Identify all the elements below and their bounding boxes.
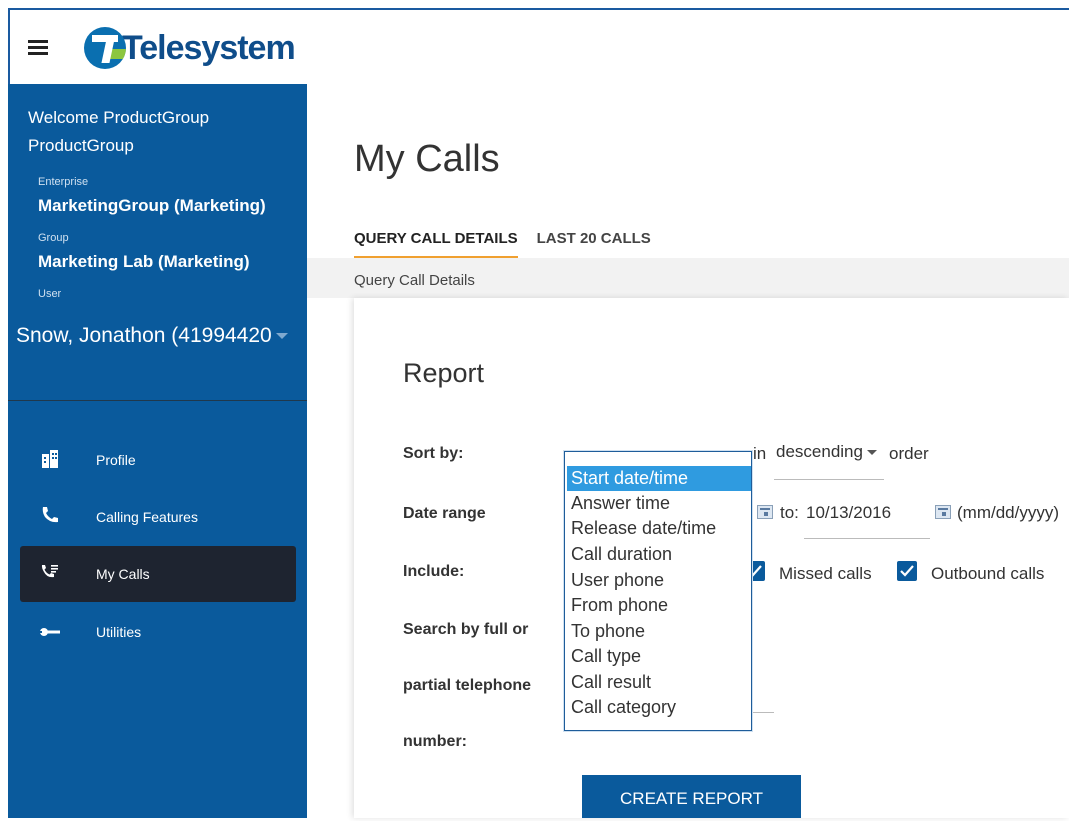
sort-order-select[interactable]: descending [776, 442, 877, 462]
calendar-icon[interactable] [935, 505, 951, 519]
sidebar-item-calling-features[interactable]: Calling Features [20, 489, 296, 545]
user-select[interactable]: Snow, Jonathon (41994420 [16, 324, 288, 348]
sidebar: Welcome ProductGroup ProductGroup Enterp… [8, 84, 307, 818]
section-subtitle: Query Call Details [354, 272, 475, 289]
brand-logo[interactable]: Telesystem [84, 26, 296, 70]
sidebar-item-label: Utilities [96, 624, 142, 640]
sort-option[interactable]: Start date/time [567, 466, 751, 491]
outbound-calls-checkbox[interactable] [897, 561, 917, 581]
chevron-down-icon [866, 450, 877, 456]
group-value: Marketing Lab (Marketing) [38, 252, 250, 271]
search-label-line3: number: [403, 733, 467, 750]
enterprise-label: Enterprise [38, 176, 89, 188]
date-range-label: Date range [403, 505, 486, 522]
sort-option[interactable]: Call result [567, 670, 751, 695]
missed-calls-label: Missed calls [779, 564, 872, 583]
create-report-button[interactable]: CREATE REPORT [582, 775, 801, 818]
search-field-underline [752, 712, 774, 713]
sort-order-underline [774, 479, 884, 480]
page-title: My Calls [354, 138, 500, 180]
sort-option[interactable]: Call type [567, 644, 751, 669]
date-format-hint: (mm/dd/yyyy) [957, 503, 1059, 522]
sidebar-item-label: Calling Features [96, 509, 198, 525]
calendar-icon[interactable] [757, 505, 773, 519]
building-icon [30, 448, 70, 473]
sidebar-divider [8, 400, 307, 401]
chevron-down-icon [275, 333, 288, 340]
date-to-label: to: [780, 503, 799, 522]
wrench-icon [30, 622, 70, 643]
tab-query-call-details[interactable]: QUERY CALL DETAILS [354, 230, 518, 258]
top-header: Telesystem [8, 8, 1069, 84]
user-select-value: Snow, Jonathon (41994420 [16, 324, 272, 347]
sort-option[interactable]: User phone [567, 568, 751, 593]
sidebar-item-my-calls[interactable]: My Calls [20, 546, 296, 602]
outbound-calls-label: Outbound calls [931, 564, 1045, 583]
date-to-field[interactable]: 10/13/2016 [806, 503, 891, 523]
logo-mark-icon [84, 27, 126, 69]
hamburger-menu-icon[interactable] [28, 40, 48, 56]
sidebar-item-utilities[interactable]: Utilities [20, 604, 296, 660]
sort-option[interactable]: To phone [567, 619, 751, 644]
tab-last-20-calls[interactable]: LAST 20 CALLS [537, 230, 651, 258]
sort-by-dropdown-list[interactable]: Start date/time Answer time Release date… [564, 451, 752, 731]
sort-option[interactable]: Release date/time [567, 516, 751, 541]
date-to-underline [804, 538, 930, 539]
sort-by-label: Sort by: [403, 445, 464, 462]
sidebar-item-label: Profile [96, 452, 136, 468]
sort-order-value: descending [776, 442, 863, 461]
checkmark-icon [900, 565, 914, 577]
group-label: Group [38, 232, 69, 244]
welcome-text: Welcome ProductGroup ProductGroup [28, 108, 210, 155]
phone-forward-icon [30, 505, 70, 530]
enterprise-value: MarketingGroup (Marketing) [38, 196, 266, 215]
search-label-line2: partial telephone [403, 677, 532, 694]
sort-option[interactable]: From phone [567, 593, 751, 618]
sort-order-text: order [889, 444, 929, 463]
tab-bar: QUERY CALL DETAILS LAST 20 CALLS [354, 230, 651, 258]
report-title: Report [403, 358, 485, 388]
sort-option[interactable]: Call category [567, 695, 751, 720]
include-label: Include: [403, 563, 465, 580]
sort-option[interactable]: Answer time [567, 491, 751, 516]
sidebar-item-label: My Calls [96, 566, 150, 582]
user-label: User [38, 288, 62, 300]
brand-name: Telesystem [122, 28, 296, 67]
search-label-line1: Search by full or [403, 621, 529, 638]
call-log-icon [30, 562, 70, 587]
sort-in-text: in [753, 444, 767, 463]
sidebar-item-profile[interactable]: Profile [20, 432, 296, 488]
sort-option[interactable]: Call duration [567, 542, 751, 567]
